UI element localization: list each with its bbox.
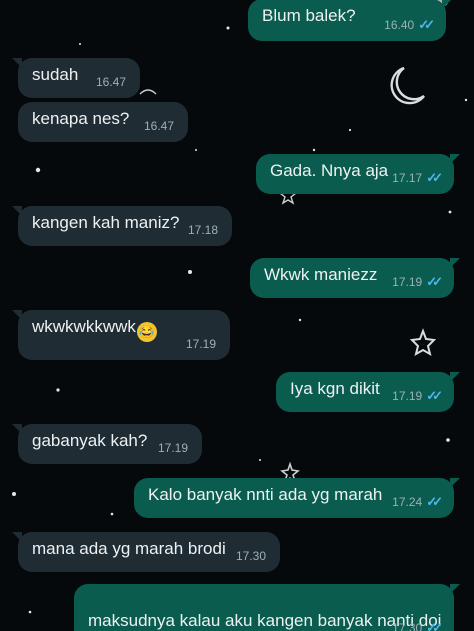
star-icon [409,328,437,357]
message-time: 16.47 [95,75,126,89]
message-text: kenapa nes? [32,109,130,128]
chat-area: Blum balek? 16.40 ✓✓ sudah 16.47 kenapa n… [0,0,474,631]
message-text: kangen kah maniz? [32,213,180,232]
message-text: Gada. Nnya aja [270,161,389,180]
message-time: 17.19 [185,337,216,351]
message-time: 17.30 [235,549,266,563]
crescent-moon-icon [390,66,425,105]
message-bubble-out[interactable]: Kalo banyak nnti ada yg marah 17.24 ✓✓ [134,478,460,518]
message-bubble-in[interactable]: gabanyak kah? 17.19 [12,424,202,464]
double-check-icon: ✓✓ [426,494,443,509]
message-bubble-out[interactable]: maksudnya kalau aku kangen banyak nanti … [74,584,460,631]
message-time: 17.19 [392,275,423,289]
message-bubble-in[interactable]: sudah 16.47 [12,58,140,98]
message-text: Wkwk maniezz [264,265,378,284]
message-text: sudah [32,65,79,84]
message-time: 17.19 [157,441,188,455]
laughing-face-emoji: 😂 [136,322,157,342]
message-text: maksudnya kalau aku kangen banyak nanti … [88,611,442,630]
double-check-icon: ✓✓ [426,620,443,631]
message-text: Blum balek? [262,6,356,25]
double-check-icon: ✓✓ [426,388,443,403]
message-time: 17.17 [392,171,423,185]
message-bubble-out[interactable]: Wkwk maniezz 17.19 ✓✓ [250,258,460,298]
message-time: 17.18 [187,223,218,237]
message-bubble-out[interactable]: Gada. Nnya aja 17.17 ✓✓ [256,154,460,194]
message-text: Kalo banyak nnti ada yg marah [148,485,383,504]
message-bubble-out[interactable]: Iya kgn dikit 17.19 ✓✓ [276,372,460,412]
message-time: 17.24 [392,495,423,509]
message-time: 17.19 [392,389,423,403]
double-check-icon: ✓✓ [426,170,443,185]
message-text: gabanyak kah? [32,431,148,450]
message-time: 16.40 [384,18,415,32]
message-time: 17.30 [392,621,423,631]
message-bubble-out[interactable]: Blum balek? 16.40 ✓✓ [248,0,452,41]
message-text: mana ada yg marah brodi [32,539,226,558]
message-bubble-in[interactable]: wkwkwkkwwk 😂 17.19 [12,310,230,360]
message-bubble-in[interactable]: kenapa nes? 16.47 [18,102,188,142]
message-bubble-in[interactable]: mana ada yg marah brodi 17.30 [12,532,280,572]
double-check-icon: ✓✓ [418,17,435,32]
message-time: 16.47 [143,119,174,133]
double-check-icon: ✓✓ [426,274,443,289]
message-text: wkwkwkkwwk [32,317,136,336]
message-text: Iya kgn dikit [290,379,380,398]
message-bubble-in[interactable]: kangen kah maniz? 17.18 [12,206,232,246]
